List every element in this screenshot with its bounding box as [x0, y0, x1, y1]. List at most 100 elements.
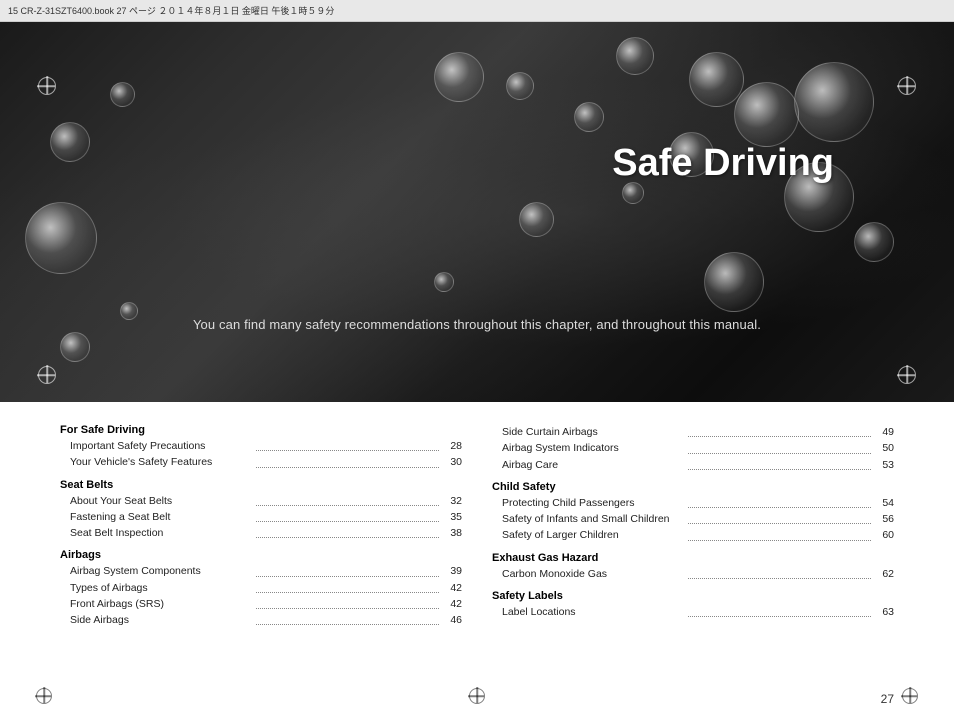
toc-item-page: 42	[442, 580, 462, 596]
toc-item-label: Front Airbags (SRS)	[70, 596, 253, 612]
toc-heading: Safety Labels	[492, 590, 894, 602]
toc-item-dots	[688, 511, 871, 524]
bubble-13	[794, 62, 874, 142]
header-text: 15 CR-Z-31SZT6400.book 27 ページ ２０１４年８月１日 …	[8, 4, 334, 17]
toc-item-dots	[688, 566, 871, 579]
toc-item: Carbon Monoxide Gas 62	[492, 566, 894, 582]
toc-item-dots	[256, 596, 439, 609]
toc-item: Important Safety Precautions 28	[60, 438, 462, 454]
toc-item: Protecting Child Passengers 54	[492, 495, 894, 511]
toc-item-label: Side Curtain Airbags	[502, 424, 685, 440]
toc-item-dots	[256, 493, 439, 506]
toc-item-page: 46	[442, 612, 462, 628]
toc-item-label: Fastening a Seat Belt	[70, 509, 253, 525]
bubble-1	[689, 52, 744, 107]
bubble-11	[704, 252, 764, 312]
toc-item-page: 38	[442, 525, 462, 541]
toc-item: Front Airbags (SRS) 42	[60, 596, 462, 612]
hero-section: Safe Driving You can find many safety re…	[0, 22, 954, 402]
toc-right-column: Side Curtain Airbags 49Airbag System Indi…	[482, 424, 894, 628]
toc-item-label: Your Vehicle's Safety Features	[70, 454, 253, 470]
toc-heading: Exhaust Gas Hazard	[492, 552, 894, 564]
toc-item-dots	[256, 454, 439, 467]
page-number: 27	[881, 692, 894, 706]
bubble-2	[616, 37, 654, 75]
toc-item: Airbag System Components 39	[60, 563, 462, 579]
toc-left-column: For Safe DrivingImportant Safety Precaut…	[60, 424, 482, 628]
bubble-8	[506, 72, 534, 100]
toc-item: Safety of Infants and Small Children 56	[492, 511, 894, 527]
toc-item: Label Locations 63	[492, 604, 894, 620]
toc-item-dots	[688, 495, 871, 508]
toc-item-label: Safety of Larger Children	[502, 527, 685, 543]
toc-item: Airbag Care 53	[492, 457, 894, 473]
toc-item: Types of Airbags42	[60, 580, 462, 596]
toc-item-page: 28	[442, 438, 462, 454]
toc-item-label: Airbag System Components	[70, 563, 253, 579]
toc-item-page: 49	[874, 424, 894, 440]
toc-item: Safety of Larger Children 60	[492, 527, 894, 543]
corner-mark-dark-bottom-center	[469, 688, 485, 704]
toc-heading: Airbags	[60, 549, 462, 561]
corner-mark-top-left	[38, 77, 56, 95]
toc-item: Seat Belt Inspection 38	[60, 525, 462, 541]
header-bar: 15 CR-Z-31SZT6400.book 27 ページ ２０１４年８月１日 …	[0, 0, 954, 22]
bubble-7	[854, 222, 894, 262]
content-section: For Safe DrivingImportant Safety Precaut…	[0, 402, 954, 644]
toc-item-dots	[688, 527, 871, 540]
toc-item-label: Label Locations	[502, 604, 685, 620]
toc-item-page: 50	[874, 440, 894, 456]
toc-item-dots	[256, 563, 439, 576]
toc-item-page: 60	[874, 527, 894, 543]
toc-item-dots	[256, 525, 439, 538]
toc-item-label: Important Safety Precautions	[70, 438, 253, 454]
toc-item: Side Airbags 46	[60, 612, 462, 628]
toc-item-label: Carbon Monoxide Gas	[502, 566, 685, 582]
toc-item-label: Safety of Infants and Small Children	[502, 511, 685, 527]
corner-mark-bottom-left	[38, 366, 56, 384]
toc-item-label: Airbag Care	[502, 457, 685, 473]
toc-item-page: 39	[442, 563, 462, 579]
toc-item-dots	[256, 612, 439, 625]
bubble-left-1	[25, 202, 97, 274]
toc-item-dots	[688, 424, 871, 437]
toc-item-page: 42	[442, 596, 462, 612]
toc-item-page: 56	[874, 511, 894, 527]
bubble-left-2	[50, 122, 90, 162]
toc-heading: Seat Belts	[60, 479, 462, 491]
toc-item: Your Vehicle's Safety Features 30	[60, 454, 462, 470]
page-wrapper: 15 CR-Z-31SZT6400.book 27 ページ ２０１４年８月１日 …	[0, 0, 954, 718]
page-footer: 27	[881, 692, 894, 706]
bubble-5	[574, 102, 604, 132]
toc-item-label: Seat Belt Inspection	[70, 525, 253, 541]
bubble-mid-1	[434, 272, 454, 292]
bubble-12	[519, 202, 554, 237]
toc-item-dots	[688, 457, 871, 470]
toc-item-label: Side Airbags	[70, 612, 253, 628]
toc-item: Fastening a Seat Belt 35	[60, 509, 462, 525]
toc-item-page: 54	[874, 495, 894, 511]
toc-item-dots	[688, 440, 871, 453]
toc-item-dots	[256, 580, 439, 593]
toc-item: Side Curtain Airbags 49	[492, 424, 894, 440]
bubble-left-5	[60, 332, 90, 362]
hero-subtitle: You can find many safety recommendations…	[0, 317, 954, 332]
bubble-3	[734, 82, 799, 147]
toc-item-dots	[256, 438, 439, 451]
toc-item-label: Protecting Child Passengers	[502, 495, 685, 511]
toc-item: Airbag System Indicators50	[492, 440, 894, 456]
corner-mark-top-right	[898, 77, 916, 95]
toc-item-page: 32	[442, 493, 462, 509]
bubble-left-3	[110, 82, 135, 107]
toc-item-page: 35	[442, 509, 462, 525]
toc-item-page: 53	[874, 457, 894, 473]
toc-item-page: 63	[874, 604, 894, 620]
toc-heading: Child Safety	[492, 481, 894, 493]
toc-item-page: 30	[442, 454, 462, 470]
toc-item-page: 62	[874, 566, 894, 582]
bubble-9	[434, 52, 484, 102]
toc-item-dots	[256, 509, 439, 522]
bubble-10	[622, 182, 644, 204]
toc-item: About Your Seat Belts32	[60, 493, 462, 509]
corner-mark-dark-bottom-left	[36, 688, 52, 704]
